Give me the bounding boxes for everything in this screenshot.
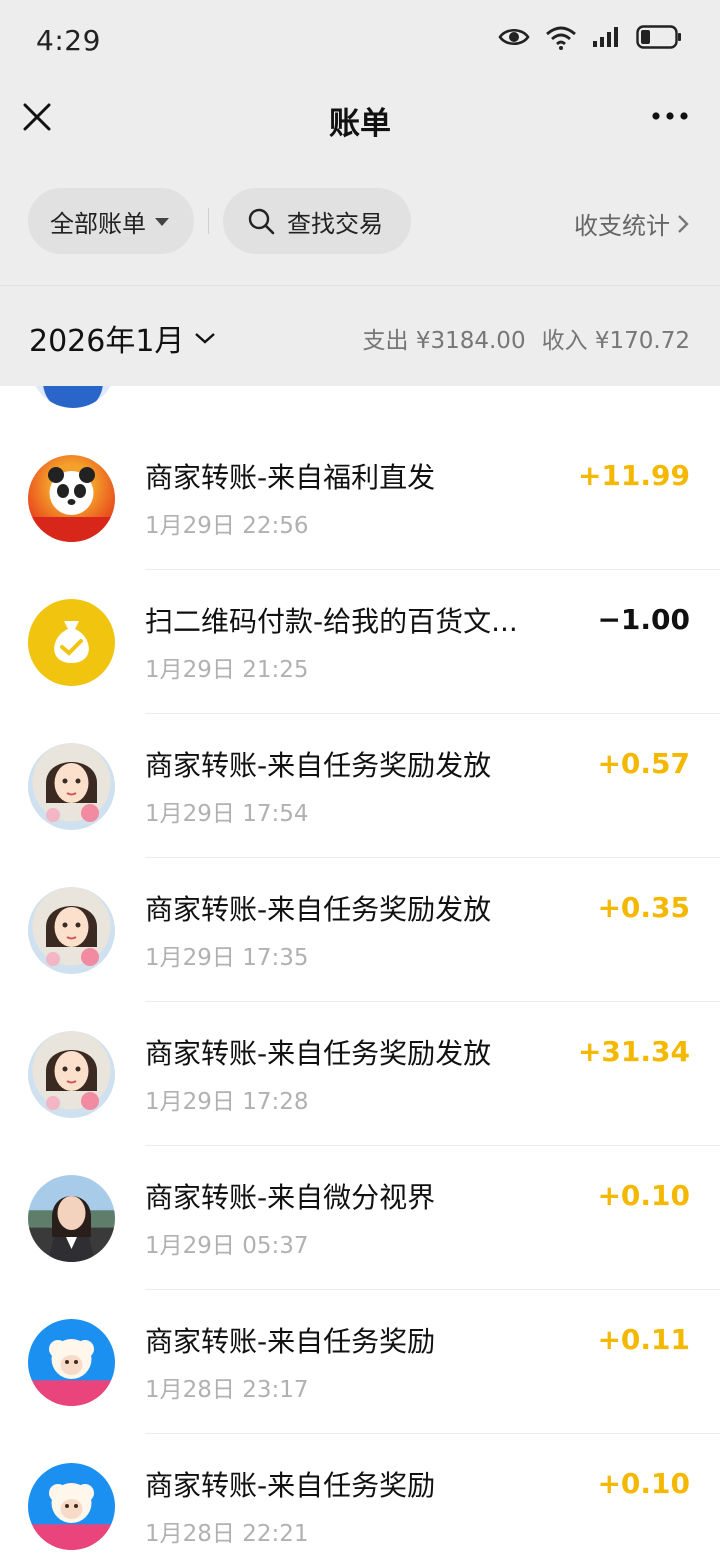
transaction-time: 1月29日 17:28 [145, 1089, 309, 1115]
transaction-title: 商家转账-来自福利直发 [145, 461, 436, 494]
chevron-right-icon [678, 214, 689, 233]
transaction-amount: +0.10 [597, 1467, 690, 1500]
money-bag-icon [28, 599, 115, 686]
search-label: 查找交易 [287, 209, 383, 238]
more-icon[interactable] [650, 106, 690, 126]
transaction-amount: +0.10 [597, 1179, 690, 1212]
month-selector[interactable]: 2026年1月 [29, 316, 216, 360]
sheep-avatar [28, 1463, 115, 1550]
status-icons [498, 24, 682, 50]
all-bills-label: 全部账单 [50, 209, 146, 238]
status-time: 4:29 [36, 24, 101, 57]
transaction-amount: +31.34 [577, 1035, 690, 1068]
month-label: 2026年1月 [29, 324, 185, 359]
wifi-6-icon [546, 26, 576, 50]
transaction-time: 1月29日 05:37 [145, 1233, 309, 1259]
stats-label: 收支统计 [574, 212, 670, 240]
sheep-avatar [28, 1319, 115, 1406]
transaction-title: 商家转账-来自任务奖励发放 [145, 893, 492, 926]
transaction-title: 商家转账-来自任务奖励发放 [145, 1037, 492, 1070]
transaction-title: 商家转账-来自任务奖励发放 [145, 749, 492, 782]
transaction-title: 商家转账-来自任务奖励 [145, 1325, 436, 1358]
panda-avatar [28, 455, 115, 542]
transaction-time: 1月28日 22:21 [145, 1521, 309, 1547]
filter-bar: 全部账单 查找交易 收支统计 [0, 188, 720, 254]
bill-page: 4:29 账单 全部账单 查找交易 收支统计 2026年1月 支出 ¥3184.… [0, 0, 720, 1554]
transaction-list: 商家转账-来自福利直发 1月29日 22:56 +11.99 扫二维码付款-给我… [0, 386, 720, 1554]
transaction-time: 1月29日 22:56 [145, 513, 309, 539]
filter-divider [208, 208, 209, 234]
transaction-row[interactable]: 商家转账-来自任务奖励 1月28日 22:21 +0.10 [0, 1434, 720, 1554]
partial-avatar [30, 386, 116, 408]
signal-icon [593, 27, 618, 47]
navigation-bar: 账单 [0, 80, 720, 160]
transaction-amount: +0.35 [597, 891, 690, 924]
eye-icon [498, 28, 530, 46]
transaction-title: 扫二维码付款-给我的百货文... [145, 605, 518, 638]
girl-avatar [28, 1031, 115, 1118]
transaction-time: 1月29日 17:54 [145, 801, 309, 827]
transaction-title: 商家转账-来自任务奖励 [145, 1469, 436, 1502]
expense-total: 支出 ¥3184.00 [362, 328, 526, 354]
transaction-row[interactable]: 商家转账-来自任务奖励发放 1月29日 17:54 +0.57 [0, 714, 720, 858]
transaction-row[interactable]: 商家转账-来自微分视界 1月29日 05:37 +0.10 [0, 1146, 720, 1290]
transaction-row[interactable]: 商家转账-来自任务奖励发放 1月29日 17:28 +31.34 [0, 1002, 720, 1146]
status-bar: 4:29 [0, 0, 720, 80]
transaction-row[interactable]: 商家转账-来自福利直发 1月29日 22:56 +11.99 [0, 426, 720, 570]
transaction-amount: +11.99 [577, 459, 690, 492]
search-icon [248, 208, 275, 235]
transaction-row[interactable]: 商家转账-来自任务奖励 1月28日 23:17 +0.11 [0, 1290, 720, 1434]
transaction-amount: −1.00 [597, 603, 690, 636]
transaction-title: 商家转账-来自微分视界 [145, 1181, 436, 1214]
month-summary-bar: 2026年1月 支出 ¥3184.00 收入 ¥170.72 [0, 285, 720, 386]
search-transactions-button[interactable]: 查找交易 [223, 188, 411, 254]
caret-down-icon [155, 218, 169, 226]
income-expense-stats-link[interactable]: 收支统计 [574, 206, 690, 241]
transaction-time: 1月29日 21:25 [145, 657, 309, 683]
battery-icon [636, 25, 681, 49]
transaction-time: 1月28日 23:17 [145, 1377, 309, 1403]
transaction-row[interactable]: 商家转账-来自任务奖励发放 1月29日 17:35 +0.35 [0, 858, 720, 1002]
month-totals: 支出 ¥3184.00 收入 ¥170.72 [363, 321, 690, 355]
all-bills-filter-button[interactable]: 全部账单 [28, 188, 194, 254]
income-total: 收入 ¥170.72 [541, 328, 690, 354]
girl-avatar [28, 743, 115, 830]
transaction-row[interactable]: 扫二维码付款-给我的百货文... 1月29日 21:25 −1.00 [0, 570, 720, 714]
list-item-partial[interactable] [0, 386, 720, 426]
transaction-amount: +0.57 [597, 747, 690, 780]
page-title: 账单 [329, 106, 391, 142]
chevron-down-icon [195, 333, 216, 344]
header-area: 4:29 账单 全部账单 查找交易 收支统计 [0, 0, 720, 285]
woman-avatar [28, 1175, 115, 1262]
transaction-time: 1月29日 17:35 [145, 945, 309, 971]
transaction-amount: +0.11 [597, 1323, 690, 1356]
girl-avatar [28, 887, 115, 974]
